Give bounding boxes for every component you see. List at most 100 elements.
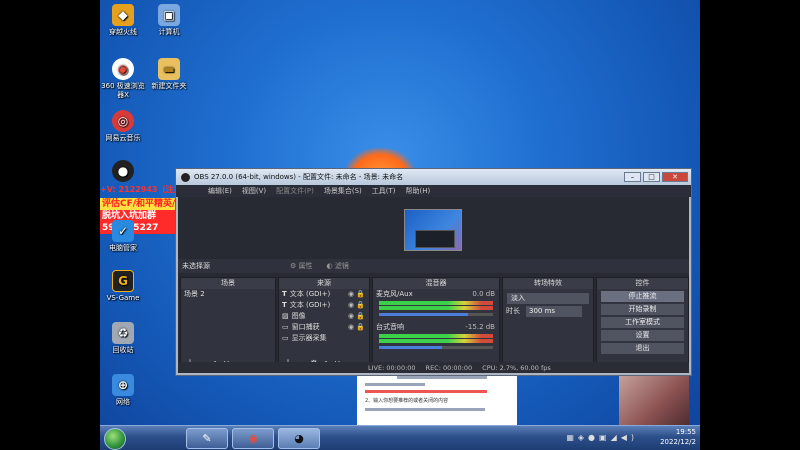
live-status: LIVE: 00:00:00 — [368, 363, 416, 372]
scene-item-label: 场景 2 — [184, 290, 205, 298]
properties-label: 属性 — [298, 262, 313, 270]
menu-help[interactable]: 帮助(H) — [406, 186, 431, 196]
desktop-icon-label: 电脑管家 — [109, 244, 137, 252]
exit-button[interactable]: 退出 — [601, 343, 684, 354]
desktop-icon-computer[interactable]: ▣ 计算机 — [146, 4, 192, 37]
rec-status: REC: 00:00:00 — [425, 363, 473, 372]
source-item-label: 文本 (GDI+) — [289, 301, 331, 309]
mixer-dock: 混音器 麦克风/Aux 0.0 dB 台式音响 -15.2 dB — [372, 277, 500, 373]
transition-value: 淡入 — [511, 294, 525, 302]
page-highlight-line — [365, 390, 487, 393]
taskbar-app-obs[interactable]: ◕ — [278, 428, 320, 449]
stop-streaming-button[interactable]: 停止推流 — [601, 291, 684, 302]
source-item[interactable]: T 文本 (GDI+) ◉ 🔒 — [279, 289, 369, 300]
transitions-dock: 转场特效 淡入 时长 300 ms — [502, 277, 594, 373]
settings-button[interactable]: 设置 — [601, 330, 684, 341]
clock-time: 19:55 — [675, 428, 696, 436]
clock[interactable]: 19:55 2022/12/2 — [660, 427, 696, 447]
taskbar-app-pin[interactable]: ✎ — [186, 428, 228, 449]
desktop-icon-vsgame[interactable]: G VS-Game — [100, 270, 146, 303]
source-item[interactable]: ▭ 窗口捕获 ◉ 🔒 — [279, 322, 369, 333]
source-item-label: 显示器采集 — [291, 334, 327, 342]
volume-slider[interactable] — [379, 346, 493, 349]
game-platform-icon: G — [112, 270, 134, 292]
desktop-icon-label: VS-Game — [106, 294, 140, 302]
menu-view[interactable]: 视图(V) — [242, 186, 266, 196]
mixer-channel-desktop: 台式音响 -15.2 dB — [373, 322, 499, 333]
taskbar-app-browser[interactable]: ◉ — [232, 428, 274, 449]
menu-edit[interactable]: 编辑(E) — [208, 186, 232, 196]
desktop-icon-music[interactable]: ◎ 网易云音乐 — [100, 110, 146, 143]
controls-dock: 控件 停止推流 开始录制 工作室模式 设置 退出 — [596, 277, 689, 373]
page-line — [365, 408, 485, 411]
filters-label: 滤镜 — [334, 262, 349, 270]
desktop-icon-folder[interactable]: ▬ 新建文件夹 — [146, 58, 192, 91]
start-button[interactable] — [104, 428, 126, 450]
obs-icon: ◕ — [294, 432, 304, 445]
shield-icon: ✓ — [112, 220, 134, 242]
channel-name: 麦克风/Aux — [376, 290, 413, 298]
maximize-icon[interactable]: □ — [643, 172, 660, 182]
recycle-bin-icon: ♻ — [112, 322, 134, 344]
taskbar: ✎ ◉ ◕ ▦◈●▣◢◀) 19:55 2022/12/2 — [100, 425, 700, 450]
scenes-dock-title: 场景 — [181, 278, 275, 289]
obs-logo-icon — [181, 172, 190, 182]
qq-penguin-icon: ● — [112, 160, 134, 182]
source-item[interactable]: ▭ 显示器采集 — [279, 333, 369, 344]
background-ad-image — [619, 372, 689, 428]
preview-canvas[interactable] — [404, 209, 462, 251]
duration-input[interactable]: 300 ms — [526, 306, 582, 317]
clock-date: 2022/12/2 — [660, 438, 696, 446]
properties-button[interactable]: ⚙ 属性 — [290, 261, 313, 271]
menu-tools[interactable]: 工具(T) — [372, 186, 396, 196]
desktop-icon-guard[interactable]: ✓ 电脑管家 — [100, 220, 146, 253]
obs-title-text: OBS 27.0.0 (64-bit, windows) - 配置文件: 未命名… — [194, 173, 404, 181]
system-tray-icons[interactable]: ▦◈●▣◢◀) — [566, 433, 638, 442]
obs-window[interactable]: OBS 27.0.0 (64-bit, windows) - 配置文件: 未命名… — [175, 168, 692, 376]
obs-titlebar[interactable]: OBS 27.0.0 (64-bit, windows) - 配置文件: 未命名… — [176, 169, 691, 185]
desktop-icon-360[interactable]: ◉ 360 极速浏览器X — [100, 58, 146, 100]
eye-icon[interactable]: ◉ 🔒 — [348, 289, 365, 300]
page-text: 2、输入你想要推荐的或者关闭的内容 — [365, 398, 449, 404]
filters-button[interactable]: ◐ 滤镜 — [327, 261, 349, 271]
pin-icon: ✎ — [202, 432, 212, 445]
slider-fill — [379, 313, 468, 316]
desktop-icon-label: 网络 — [116, 398, 130, 406]
network-icon: ⊕ — [112, 374, 134, 396]
mixer-channel-mic: 麦克风/Aux 0.0 dB — [373, 289, 499, 300]
studio-mode-button[interactable]: 工作室模式 — [601, 317, 684, 328]
crossfire-icon: ◆ — [112, 4, 134, 26]
source-item[interactable]: T 文本 (GDI+) ◉ 🔒 — [279, 300, 369, 311]
start-recording-button[interactable]: 开始录制 — [601, 304, 684, 315]
menu-scene-collection[interactable]: 场景集合(S) — [324, 186, 362, 196]
desktop-icon-cf[interactable]: ◆ 穿越火线 — [100, 4, 146, 37]
desktop-icon-network[interactable]: ⊕ 网络 — [100, 374, 146, 407]
desktop-icon-recycle[interactable]: ♻ 回收站 — [100, 322, 146, 355]
eye-icon[interactable]: ◉ 🔒 — [348, 311, 365, 322]
folder-icon: ▬ — [158, 58, 180, 80]
volume-slider[interactable] — [379, 313, 493, 316]
channel-name: 台式音响 — [376, 323, 404, 331]
obs-menubar: 编辑(E) 视图(V) 配置文件(P) 场景集合(S) 工具(T) 帮助(H) — [176, 185, 691, 197]
duration-label: 时长 — [506, 307, 520, 315]
desktop-icon-label: 新建文件夹 — [151, 82, 187, 90]
eye-icon[interactable]: ◉ 🔒 — [348, 300, 365, 311]
source-item[interactable]: ▨ 图像 ◉ 🔒 — [279, 311, 369, 322]
minimize-icon[interactable]: – — [624, 172, 641, 182]
menu-profile[interactable]: 配置文件(P) — [276, 186, 314, 196]
sources-dock-title: 来源 — [279, 278, 369, 289]
transition-select[interactable]: 淡入 — [507, 293, 589, 304]
close-icon[interactable]: ✕ — [662, 172, 688, 182]
volume-meter — [379, 301, 493, 305]
background-browser-page: 2、输入你想要推荐的或者关闭的内容 — [357, 372, 517, 428]
eye-icon[interactable]: ◉ 🔒 — [348, 322, 365, 333]
source-item-label: 文本 (GDI+) — [289, 290, 331, 298]
scene-item[interactable]: 场景 2 — [181, 289, 275, 300]
volume-meter — [379, 334, 493, 338]
preview-nested-window — [415, 230, 455, 248]
page-line — [365, 383, 425, 386]
desktop-icon-label: 计算机 — [158, 28, 180, 36]
desktop-icon-qq[interactable]: ● — [108, 160, 138, 184]
obs-main: 未选择源 ⚙ 属性 ◐ 滤镜 场景 场景 2 ＋−∧∨ 来源 T文本 (GDI+… — [178, 197, 689, 373]
desktop-icon-label: 360 极速浏览器X — [101, 82, 145, 99]
